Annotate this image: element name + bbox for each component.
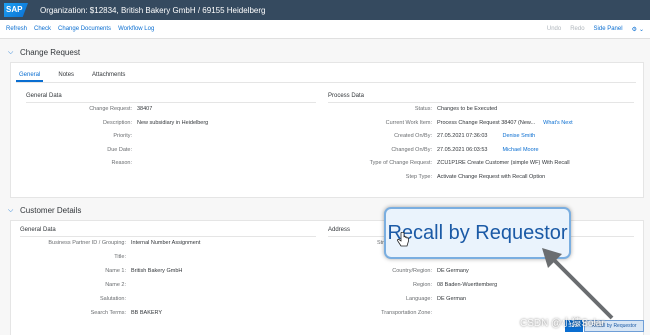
cd-row-transportation-zone: Transportation Zone: bbox=[381, 310, 432, 316]
shell-bar: SAP Organization: $12834, British Bakery… bbox=[0, 0, 650, 20]
refresh-button[interactable]: Refresh bbox=[6, 26, 27, 32]
workflow-log-button[interactable]: Workflow Log bbox=[118, 26, 154, 32]
hand-cursor-icon bbox=[397, 232, 409, 247]
cr-row-reason: Reason: bbox=[111, 160, 133, 166]
cd-row-region: Region: 08 Baden-Wuerttemberg bbox=[413, 282, 498, 288]
cd-row-language: Language: DE German bbox=[406, 296, 467, 302]
cd-row-salutation: Salutation: bbox=[100, 296, 126, 302]
cr-row-created-on: Created On/By: 27.05.2021 07:36:03 Denis… bbox=[394, 133, 536, 139]
process-data-title: Process Data bbox=[328, 93, 365, 99]
watermark: CSDN @小猿Solar bbox=[520, 318, 605, 329]
change-request-header[interactable]: ⌵ Change Request bbox=[0, 45, 650, 60]
settings-icon[interactable]: ⚙ bbox=[632, 26, 637, 33]
cd-row-bp-id: Business Partner ID / Grouping: Internal… bbox=[48, 240, 201, 246]
cd-row-name-1: Name 1: British Bakery GmbH bbox=[105, 268, 183, 274]
customer-details-title: Customer Details bbox=[20, 206, 82, 215]
undo-button[interactable]: Undo bbox=[547, 26, 561, 32]
cd-row-country: Country/Region: DE Germany bbox=[392, 268, 469, 274]
pointer-arrow-icon bbox=[542, 248, 614, 320]
tab-notes[interactable]: Notes bbox=[55, 72, 77, 82]
cd-row-title: Title: bbox=[114, 254, 126, 260]
tab-attachments[interactable]: Attachments bbox=[89, 72, 128, 82]
chevron-down-icon[interactable]: ⌵ bbox=[8, 207, 18, 215]
check-button[interactable]: Check bbox=[34, 26, 51, 32]
toolbar: Refresh Check Change Documents Workflow … bbox=[0, 20, 650, 39]
tabs-divider bbox=[16, 82, 636, 83]
process-data-divider bbox=[328, 102, 634, 103]
sap-logo: SAP bbox=[4, 3, 28, 17]
cr-row-due-date: Due Date: bbox=[107, 147, 132, 153]
shell-title: Organization: $12834, British Bakery Gmb… bbox=[40, 5, 266, 15]
redo-button[interactable]: Redo bbox=[570, 26, 584, 32]
status-value: Changes to be Executed bbox=[437, 106, 498, 112]
changed-by-link[interactable]: Michael Moore bbox=[502, 147, 538, 153]
whats-next-link[interactable]: What's Next bbox=[543, 120, 572, 126]
side-panel-button[interactable]: Side Panel bbox=[594, 26, 623, 32]
cr-row-priority: Priority: bbox=[113, 133, 132, 139]
created-by-link[interactable]: Denise Smith bbox=[502, 133, 535, 139]
customer-address-title: Address bbox=[328, 227, 351, 233]
tab-general[interactable]: General bbox=[16, 72, 44, 82]
customer-general-data-title: General Data bbox=[20, 227, 56, 233]
cr-row-change-request: Change Request: 38407 bbox=[89, 106, 153, 112]
general-data-title: General Data bbox=[26, 93, 62, 99]
cr-row-status: Status: Changes to be Executed bbox=[414, 106, 498, 112]
cr-row-type: Type of Change Request: ZCU1P1RE Create … bbox=[369, 160, 570, 166]
change-request-tabs: General Notes Attachments bbox=[16, 72, 128, 82]
cd-row-search-terms: Search Terms: BB BAKERY bbox=[90, 310, 163, 316]
chevron-down-icon[interactable]: ⌵ bbox=[8, 49, 18, 57]
cd-row-street: Str bbox=[376, 240, 384, 246]
cr-row-step-type: Step Type: Activate Change Request with … bbox=[405, 174, 546, 180]
recall-callout-label: Recall by Requestor bbox=[387, 221, 568, 244]
customer-general-divider bbox=[20, 236, 316, 237]
cr-row-changed-on: Changed On/By: 27.05.2021 06:03:53 Micha… bbox=[391, 147, 539, 153]
change-documents-button[interactable]: Change Documents bbox=[58, 26, 111, 32]
cr-row-description: Description: New subsidiary in Heidelber… bbox=[102, 120, 209, 126]
chevron-down-icon[interactable]: ⌄ bbox=[639, 26, 644, 33]
general-data-divider bbox=[26, 102, 316, 103]
cr-row-current-work-item: Current Work Item: Process Change Reques… bbox=[385, 120, 573, 126]
change-request-title: Change Request bbox=[20, 48, 81, 57]
cd-row-name-2: Name 2: bbox=[105, 282, 126, 288]
